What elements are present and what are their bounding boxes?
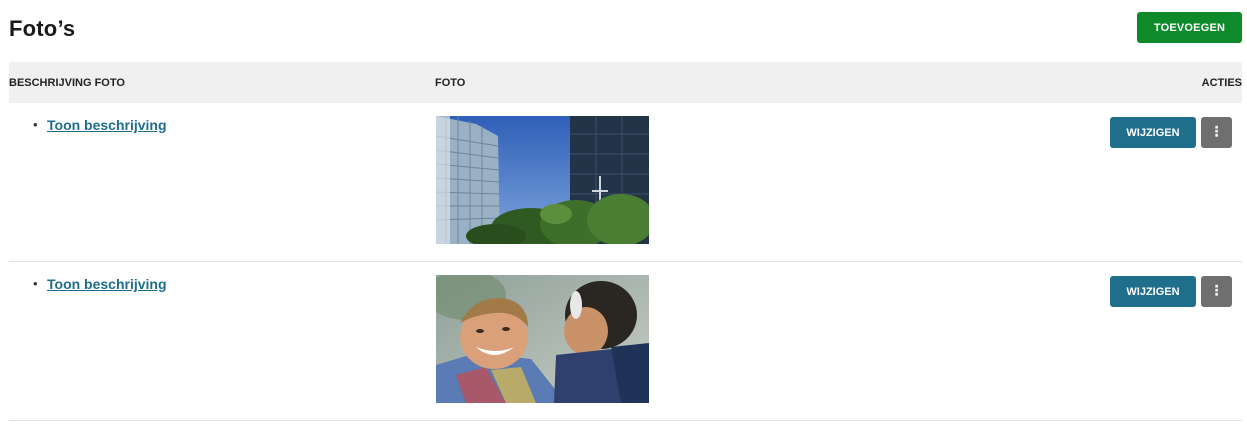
bullet-icon: •	[33, 117, 38, 132]
show-description-link[interactable]: Toon beschrijving	[47, 276, 167, 292]
people-photo	[436, 275, 649, 403]
edit-button[interactable]: WIJZIGEN	[1110, 276, 1196, 307]
show-description-link[interactable]: Toon beschrijving	[47, 117, 167, 133]
column-header-photo: FOTO	[435, 77, 466, 89]
description-cell: • Toon beschrijving	[33, 276, 167, 292]
description-cell: • Toon beschrijving	[33, 117, 167, 133]
page-header: Foto’s TOEVOEGEN	[9, 0, 1242, 60]
table-header: BESCHRIJVING FOTO FOTO ACTIES	[9, 62, 1242, 103]
table-row: • Toon beschrijving WIJZIGEN ⋮	[9, 103, 1242, 262]
more-options-button[interactable]: ⋮	[1201, 117, 1232, 148]
add-photo-button[interactable]: TOEVOEGEN	[1137, 12, 1242, 43]
column-header-actions: ACTIES	[1201, 77, 1242, 89]
table-row: • Toon beschrijving WIJZIGEN ⋮	[9, 262, 1242, 421]
page-title: Foto’s	[9, 16, 76, 41]
more-options-button[interactable]: ⋮	[1201, 276, 1232, 307]
photos-table: BESCHRIJVING FOTO FOTO ACTIES • Toon bes…	[9, 62, 1242, 421]
edit-button[interactable]: WIJZIGEN	[1110, 117, 1196, 148]
bullet-icon: •	[33, 276, 38, 291]
column-header-description: BESCHRIJVING FOTO	[9, 77, 125, 89]
building-photo	[436, 116, 649, 244]
